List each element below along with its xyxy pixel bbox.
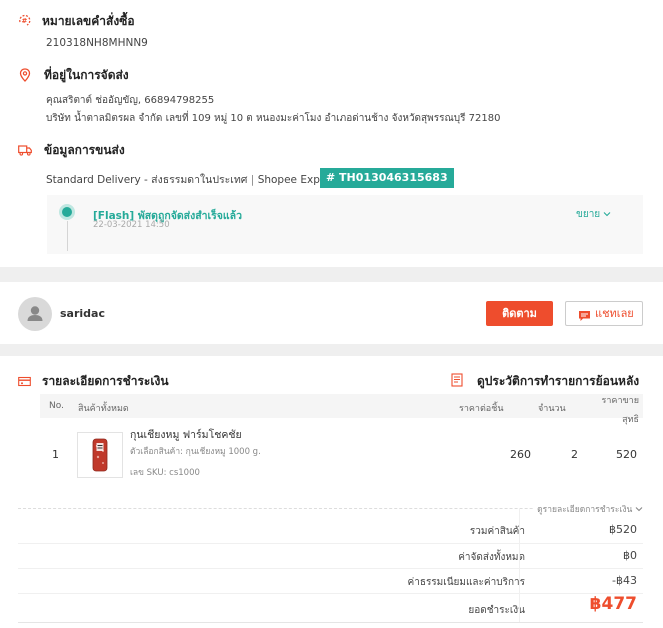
chevron-down-icon <box>635 505 643 515</box>
follow-button[interactable]: ติดตาม <box>486 301 553 326</box>
order-info-card: # หมายเลขคำสั่งซื้อ 210318NH8MHNN9 ที่อย… <box>0 0 663 267</box>
document-icon <box>451 372 465 387</box>
expand-label: ขยาย <box>576 209 601 220</box>
item-no: 1 <box>52 448 59 461</box>
payment-details-toggle[interactable]: ดูรายละเอียดการชำระเงิน <box>533 502 643 516</box>
service-fee-label: ค่าธรรมเนียมและค่าบริการ <box>407 577 525 588</box>
tracking-time: 22-03-2021 14:50 <box>93 220 170 230</box>
item-net-price: 520 <box>616 448 637 461</box>
chevron-down-icon <box>603 209 611 220</box>
order-number-title: หมายเลขคำสั่งซื้อ <box>42 14 135 28</box>
col-product: สินค้าทั้งหมด <box>78 404 129 414</box>
shipping-info-title: ข้อมูลการขนส่ง <box>44 143 125 157</box>
item-unit-price: 260 <box>510 448 531 461</box>
summary-fee-row: ค่าธรรมเนียมและค่าบริการ -฿43 <box>18 568 643 594</box>
product-sku: เลข SKU: cs1000 <box>130 468 200 478</box>
service-fee-value: -฿43 <box>612 574 637 587</box>
seller-name[interactable]: saridac <box>60 307 105 320</box>
bottom-divider <box>18 622 643 623</box>
col-no: No. <box>49 401 64 411</box>
col-net-price: ราคาขาย สุทธิ <box>602 392 639 430</box>
product-variant: ตัวเลือกสินค้า: กุนเชียงหมู 1000 g. <box>130 447 261 457</box>
payment-details-title: รายละเอียดการชำระเงิน <box>42 374 169 388</box>
col-quantity: จำนวน <box>538 404 566 414</box>
expand-tracking-button[interactable]: ขยาย <box>576 207 611 222</box>
summary-subtotal-row: รวมค่าสินค้า ฿520 <box>18 518 643 543</box>
transaction-history-link[interactable]: ดูประวัติการทำรายการย้อนหลัง <box>477 372 639 391</box>
payment-details-toggle-label: ดูรายละเอียดการชำระเงิน <box>537 505 633 515</box>
hash-icon: # <box>18 12 32 26</box>
seller-avatar[interactable] <box>18 297 52 331</box>
product-name[interactable]: กุนเชียงหมู ฟาร์มโชคชัย <box>130 426 242 443</box>
chat-now-label: แชทเลย <box>595 307 634 320</box>
sausage-product-image <box>92 438 108 472</box>
svg-text:#: # <box>22 17 28 25</box>
col-unit-price: ราคาต่อชิ้น <box>459 404 504 414</box>
summary-shipping-row: ค่าจัดส่งทั้งหมด ฿0 <box>18 543 643 569</box>
user-icon <box>27 306 43 321</box>
tracking-timeline: [Flash] พัสดุถูกจัดส่งสำเร็จแล้ว 22-03-2… <box>47 195 643 254</box>
chat-icon <box>578 307 591 330</box>
shipping-method: Standard Delivery - ส่งธรรมดาในประเทศ <box>46 174 248 186</box>
payment-card: รายละเอียดการชำระเงิน ดูประวัติการทำรายก… <box>0 356 663 628</box>
col-net-price-line-2: สุทธิ <box>622 415 639 425</box>
order-number: 210318NH8MHNN9 <box>46 37 148 49</box>
seller-card: saridac ติดตาม แชทเลย <box>0 282 663 344</box>
items-table-header: No. สินค้าทั้งหมด ราคาต่อชิ้น จำนวน ราคา… <box>40 394 643 425</box>
shipping-method-line: Standard Delivery - ส่งธรรมดาในประเทศ | … <box>46 171 341 188</box>
chat-now-button[interactable]: แชทเลย <box>565 301 643 326</box>
total-value: ฿477 <box>589 594 637 614</box>
timeline-status-dot <box>62 207 72 217</box>
recipient-name-phone: คุณสริตาต์ ช่ออัญขัญ, 66894798255 <box>46 95 215 106</box>
shipping-address: บริษัท น้ำตาลมิตรผล จำกัด เลขที่ 109 หมู… <box>46 113 501 124</box>
subtotal-value: ฿520 <box>609 523 637 536</box>
truck-icon <box>18 141 32 156</box>
location-pin-icon <box>19 67 33 82</box>
subtotal-label: รวมค่าสินค้า <box>469 526 525 537</box>
total-label: ยอดชำระเงิน <box>468 605 525 616</box>
shipping-fee-label: ค่าจัดส่งทั้งหมด <box>458 552 525 563</box>
shipping-separator: | <box>250 174 255 186</box>
item-quantity: 2 <box>571 448 578 461</box>
payment-icon <box>18 373 32 387</box>
shipping-fee-value: ฿0 <box>623 549 637 562</box>
summary-total-row: ยอดชำระเงิน ฿477 <box>18 593 643 623</box>
product-thumbnail[interactable] <box>77 432 123 478</box>
summary-column-divider <box>519 508 520 622</box>
timeline-line <box>66 221 68 251</box>
tracking-number-badge[interactable]: # TH013046315683 <box>320 168 454 188</box>
address-title: ที่อยู่ในการจัดส่ง <box>44 68 129 82</box>
col-net-price-line-1: ราคาขาย <box>601 396 639 406</box>
